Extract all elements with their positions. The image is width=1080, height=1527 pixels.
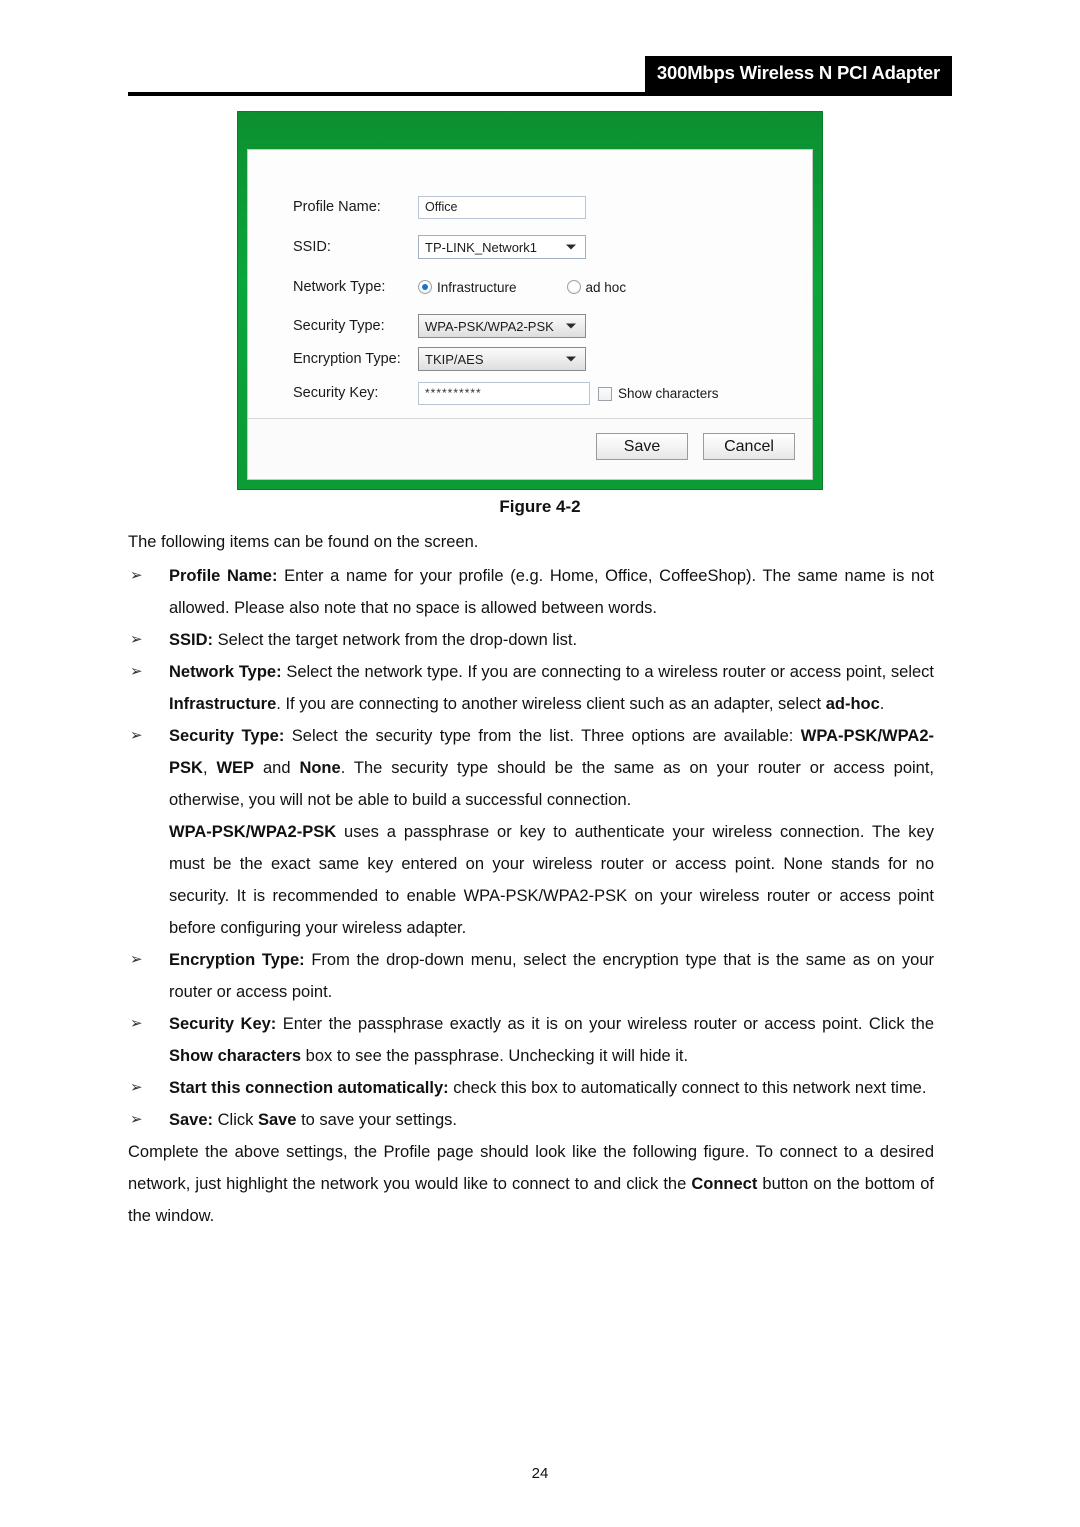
figure-caption: Figure 4-2 [499,497,581,516]
bullet-bold-a: Show characters [169,1047,302,1065]
chevron-down-icon [566,244,576,250]
bullet-text: check this box to automatically connect … [448,1079,927,1097]
bullet-bold-b: WEP [216,759,255,777]
radio-ad-hoc[interactable]: ad hoc [566,279,627,295]
row-encryption-type: Encryption Type: TKIP/AES [293,347,586,371]
bullet-text-a: Select the network type. If you are conn… [281,663,934,681]
bullet-term: Profile Name: [169,567,278,585]
bullet-text: Select the target network from the drop-… [213,631,578,649]
row-security-type: Security Type: WPA-PSK/WPA2-PSK [293,314,586,338]
intro-paragraph: The following items can be found on the … [128,533,479,551]
document-body: The following items can be found on the … [128,526,934,1234]
dialog-footer: Save Cancel [248,418,812,479]
select-ssid[interactable]: TP-LINK_Network1 [418,235,586,259]
dialog-body: Profile Name: Office SSID: TP-LINK_Netwo… [247,149,813,480]
bullet-term: SSID: [169,631,214,649]
bullet-text-a: Enter the passphrase exactly as it is on… [276,1015,934,1033]
bullet-text-a: Click [213,1111,258,1129]
page-header: TL-WN951N 300Mbps Wireless N PCI Adapter [128,56,952,94]
checkbox-show-characters-label: Show characters [618,386,719,401]
select-encryption-type-value: TKIP/AES [425,351,484,367]
bullet-security-type: ➢ Security Type: Select the security type… [128,720,934,816]
bullet-network-type: ➢ Network Type: Select the network type. … [128,656,934,720]
label-ssid: SSID: [293,239,331,255]
chevron-down-icon [566,323,576,329]
select-encryption-type[interactable]: TKIP/AES [418,347,586,371]
security-note-bold-lead: WPA-PSK/WPA2-PSK [169,823,337,841]
bullet-text-b: to save your settings. [296,1111,457,1129]
row-ssid: SSID: TP-LINK_Network1 [293,235,586,259]
bullet-text-a: Select the security type from the list. … [284,727,801,745]
bullet-arrow-icon: ➢ [130,951,143,968]
bullet-text-b: . If you are connecting to another wirel… [276,695,826,713]
bullet-bold-c: None [299,759,341,777]
checkbox-show-characters[interactable]: Show characters [598,386,719,401]
bullet-text: Enter a name for your profile (e.g. Home… [169,567,934,617]
checkbox-show-characters-icon [598,386,612,401]
radio-ad-hoc-icon [566,280,581,294]
bullet-bold-b: ad-hoc [825,695,880,713]
bullet-ssid: ➢ SSID: Select the target network from th… [128,624,934,656]
select-ssid-value: TP-LINK_Network1 [425,239,537,255]
bullet-arrow-icon: ➢ [130,1111,143,1128]
bullet-term: Network Type: [169,663,282,681]
label-network-type: Network Type: [293,279,386,295]
bullet-text-b: , [202,759,217,777]
bullet-text-c: . [879,695,885,713]
dialog-form-area: Profile Name: Office SSID: TP-LINK_Netwo… [248,150,812,457]
row-security-key: Security Key: ********** [293,381,590,405]
page-number: 24 [531,1465,549,1482]
closing-paragraph: Complete the above settings, the Profile… [128,1136,934,1232]
input-security-key[interactable]: ********** [418,381,590,405]
radio-ad-hoc-label: ad hoc [585,279,627,295]
row-network-type: Network Type: Infrastructure ad hoc [293,276,626,298]
bullet-bold-a: Infrastructure [169,695,277,713]
bullet-text-c: and [254,759,300,777]
bullet-arrow-icon: ➢ [130,567,143,584]
save-button[interactable]: Save [596,433,688,460]
bullet-term: Start this connection automatically: [169,1079,449,1097]
bullet-profile-name: ➢ Profile Name: Enter a name for your pro… [128,560,934,624]
row-profile-name: Profile Name: Office [293,195,586,219]
figure-profile-dialog: Profile Name: Office SSID: TP-LINK_Netwo… [237,111,823,490]
bullet-term: Save: [169,1111,214,1129]
label-security-type: Security Type: [293,318,385,334]
bullet-arrow-icon: ➢ [130,663,143,680]
header-product-banner: 300Mbps Wireless N PCI Adapter [644,56,952,92]
radio-infrastructure-label: Infrastructure [437,279,517,295]
bullet-arrow-icon: ➢ [130,1015,143,1032]
bullet-term: Encryption Type: [169,951,305,969]
bullet-start-automatically: ➢ Start this connection automatically: ch… [128,1072,934,1104]
bullet-arrow-icon: ➢ [130,631,143,648]
bullet-bold-a: Save [257,1111,297,1129]
bullet-encryption-type: ➢ Encryption Type: From the drop-down men… [128,944,934,1008]
bullet-security-key: ➢ Security Key: Enter the passphrase exac… [128,1008,934,1072]
label-profile-name: Profile Name: [293,199,381,215]
chevron-down-icon [566,356,576,362]
bullet-save: ➢ Save: Click Save to save your settings. [128,1104,934,1136]
select-security-type[interactable]: WPA-PSK/WPA2-PSK [418,314,586,338]
label-encryption-type: Encryption Type: [293,351,401,367]
cancel-button[interactable]: Cancel [703,433,795,460]
bullet-arrow-icon: ➢ [130,727,143,744]
header-divider-rule [128,92,952,96]
radio-infrastructure[interactable]: Infrastructure [418,280,517,295]
input-profile-name[interactable]: Office [418,195,586,219]
closing-bold-a: Connect [691,1175,758,1193]
bullet-term: Security Type: [169,727,285,745]
security-type-note: WPA-PSK/WPA2-PSK uses a passphrase or ke… [128,816,934,944]
bullet-text-b: box to see the passphrase. Unchecking it… [301,1047,689,1065]
label-security-key: Security Key: [293,385,379,401]
bullet-term: Security Key: [169,1015,277,1033]
bullet-arrow-icon: ➢ [130,1079,143,1096]
dialog-frame: Profile Name: Office SSID: TP-LINK_Netwo… [237,111,823,490]
radio-infrastructure-icon [418,280,432,294]
select-security-type-value: WPA-PSK/WPA2-PSK [425,318,554,334]
